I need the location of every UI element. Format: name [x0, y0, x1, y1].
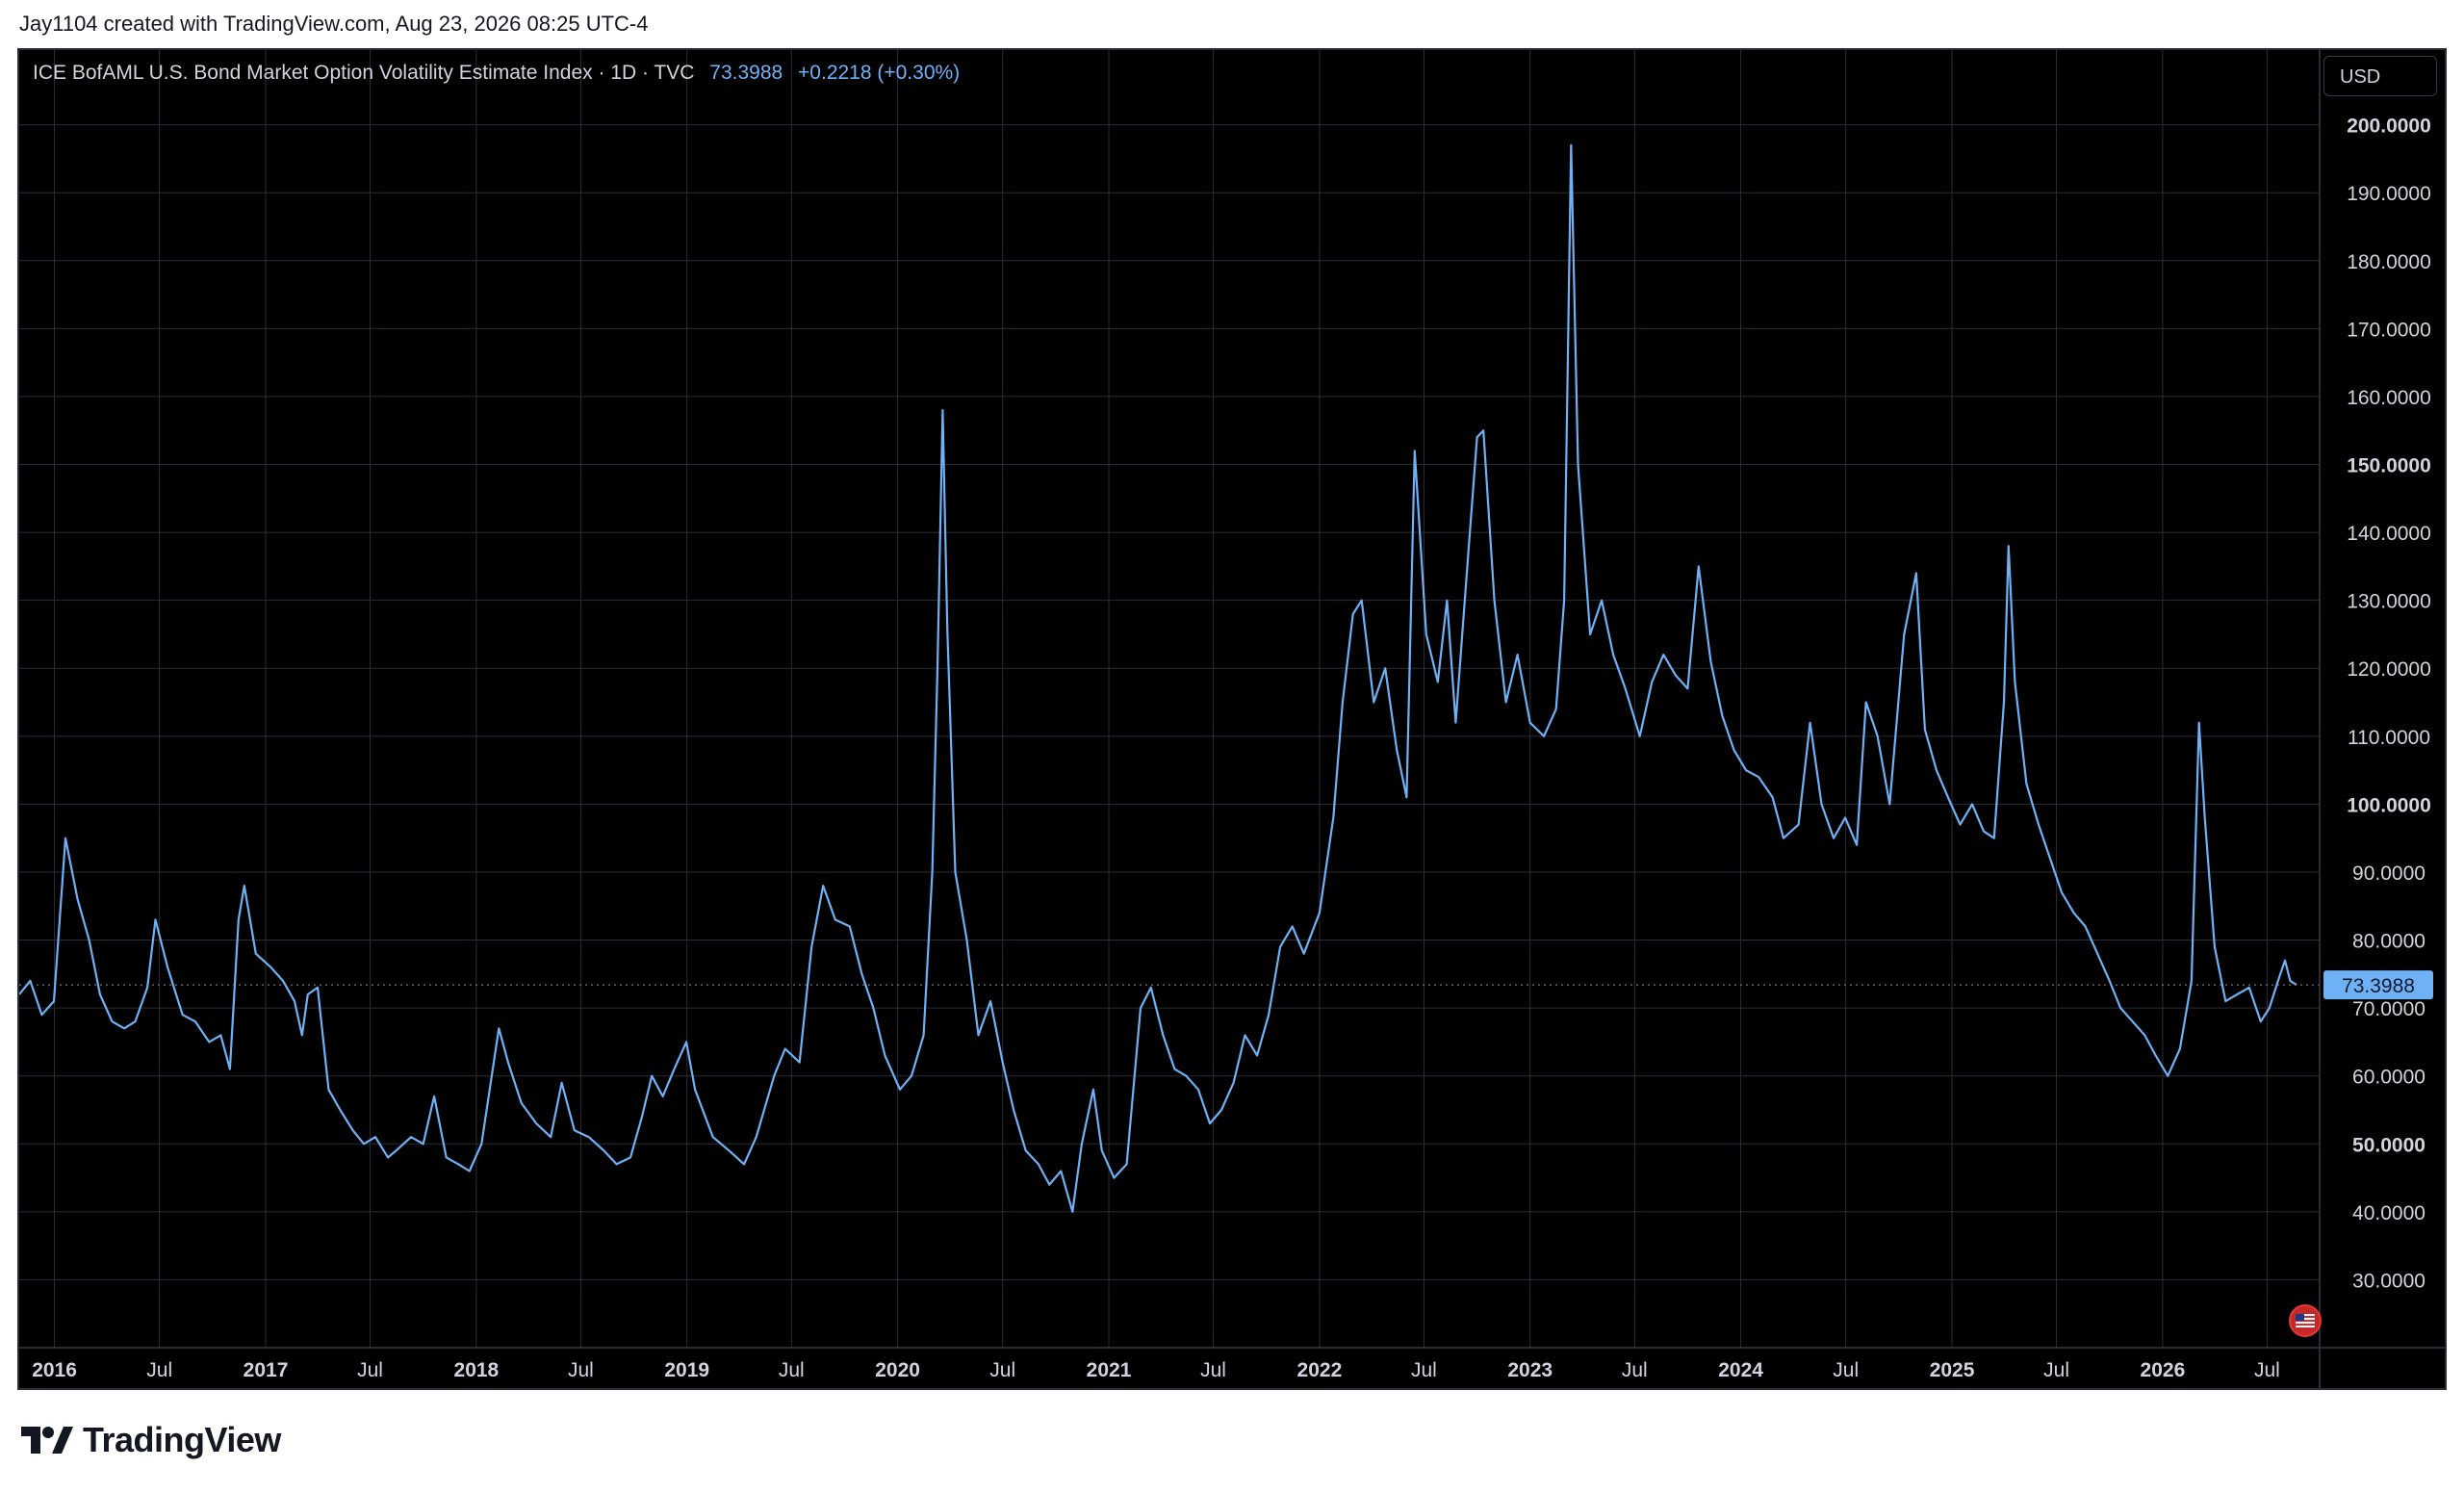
y-tick-label: 60.0000	[2352, 1067, 2426, 1089]
x-tick-label: 2024	[1718, 1359, 1763, 1381]
flag-canton	[2296, 1314, 2304, 1321]
y-tick-label: 120.0000	[2347, 658, 2431, 681]
last-price: 73.3988	[709, 62, 783, 84]
x-tick-label: 2025	[1930, 1359, 1975, 1381]
x-tick-label: Jul	[1411, 1359, 1437, 1381]
y-tick-label: 130.0000	[2347, 591, 2431, 613]
y-tick-label: 30.0000	[2352, 1270, 2426, 1292]
currency-button[interactable]: USD	[2323, 56, 2437, 96]
x-tick-label: Jul	[357, 1359, 383, 1381]
x-tick-label: Jul	[779, 1359, 805, 1381]
grid-layer	[19, 50, 2320, 1348]
attribution-text: Jay1104 created with TradingView.com, Au…	[19, 12, 649, 36]
tradingview-logo[interactable]: TradingView	[19, 1420, 281, 1459]
y-tick-label: 80.0000	[2352, 931, 2426, 953]
chart-legend: ICE BofAML U.S. Bond Market Option Volat…	[33, 62, 960, 85]
y-tick-label: 40.0000	[2352, 1202, 2426, 1224]
chart-frame[interactable]: 30.0000 40.0000 50.0000 60.0000 70.0000 80.00…	[17, 48, 2447, 1390]
x-tick-label: 2020	[875, 1359, 920, 1381]
us-flag-icon[interactable]	[2289, 1304, 2322, 1337]
x-tick-label: 2019	[664, 1359, 709, 1381]
x-tick-label: Jul	[568, 1359, 594, 1381]
x-tick-label: 2023	[1507, 1359, 1553, 1381]
symbol-title: ICE BofAML U.S. Bond Market Option Volat…	[33, 62, 695, 84]
x-tick-label: Jul	[2254, 1359, 2280, 1381]
x-tick-label: Jul	[1200, 1359, 1226, 1381]
x-tick-label: Jul	[1833, 1359, 1859, 1381]
x-tick-label: 2026	[2141, 1359, 2186, 1381]
y-tick-label: 70.0000	[2352, 998, 2426, 1020]
x-tick-label: 2016	[32, 1359, 77, 1381]
tradingview-logo-icon	[21, 1427, 73, 1454]
x-tick-label: 2018	[454, 1359, 500, 1381]
y-tick-label: 150.0000	[2347, 455, 2431, 477]
series-layer	[19, 143, 2320, 1213]
x-tick-label: Jul	[1622, 1359, 1648, 1381]
x-tick-label: 2022	[1297, 1359, 1343, 1381]
y-tick-label: 140.0000	[2347, 523, 2431, 545]
y-tick-label: 200.0000	[2347, 116, 2431, 138]
y-tick-label: 190.0000	[2347, 183, 2431, 205]
y-tick-label: 90.0000	[2352, 863, 2426, 885]
tradingview-logo-text: TradingView	[83, 1420, 281, 1459]
x-tick-label: Jul	[989, 1359, 1015, 1381]
x-tick-label: 2017	[244, 1359, 289, 1381]
axes-layer: 30.0000 40.0000 50.0000 60.0000 70.0000 80.00…	[19, 50, 2445, 1388]
last-price-badge-label: 73.3988	[2342, 975, 2415, 997]
y-tick-label: 170.0000	[2347, 319, 2431, 341]
y-tick-label: 160.0000	[2347, 387, 2431, 409]
y-tick-label: 180.0000	[2347, 251, 2431, 273]
series-line	[19, 143, 2297, 1213]
y-tick-label: 110.0000	[2348, 727, 2430, 749]
x-tick-label: 2021	[1087, 1359, 1132, 1381]
x-tick-label: Jul	[2043, 1359, 2069, 1381]
y-tick-label: 50.0000	[2352, 1134, 2426, 1156]
price-change: +0.2218 (+0.30%)	[798, 62, 961, 84]
price-chart[interactable]: 30.0000 40.0000 50.0000 60.0000 70.0000 80.00…	[19, 50, 2445, 1388]
y-tick-label: 100.0000	[2347, 794, 2431, 816]
x-tick-label: Jul	[146, 1359, 172, 1381]
